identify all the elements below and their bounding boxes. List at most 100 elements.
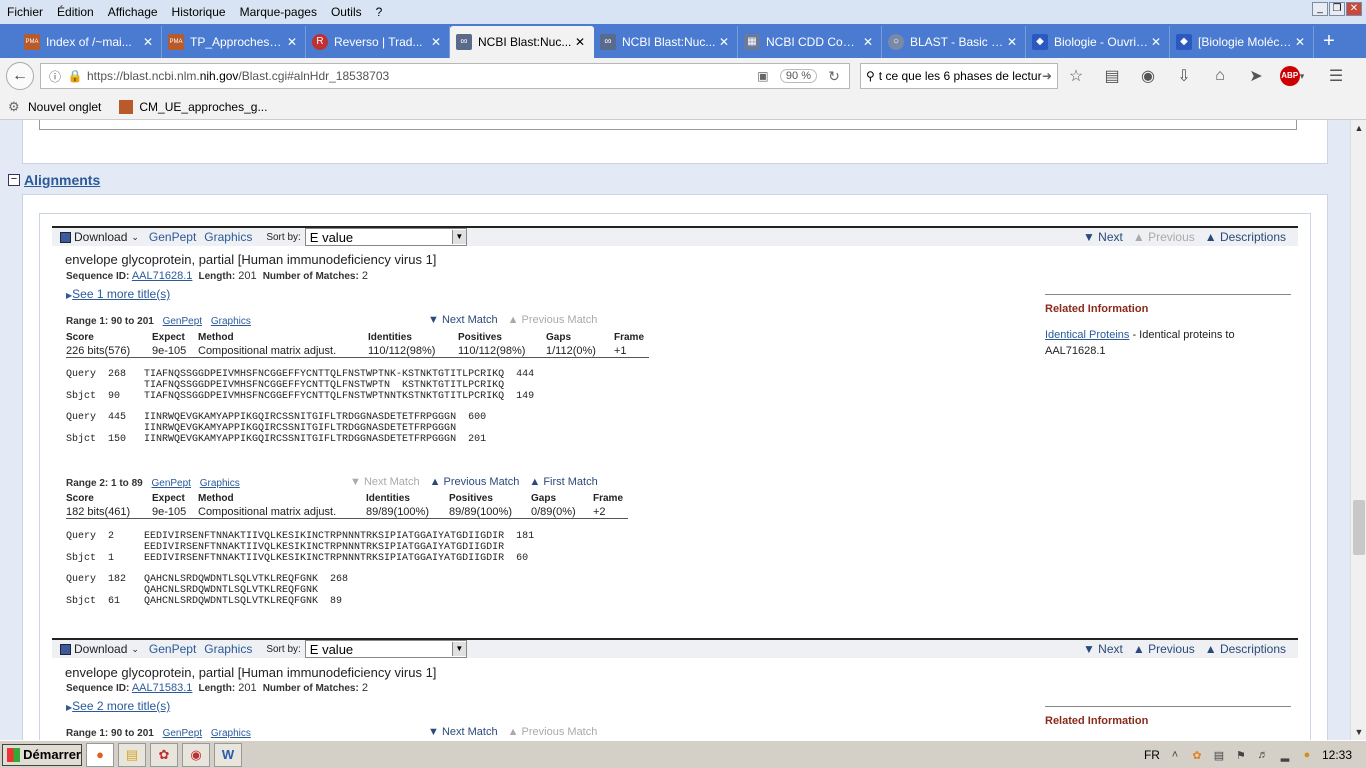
bookmark-new-tab[interactable]: ⚙ Nouvel onglet [8, 99, 101, 114]
hamburger-menu-icon[interactable]: ☰ [1318, 66, 1354, 86]
explorer-taskbar-button[interactable]: ▤ [118, 742, 146, 767]
tray-device-icon[interactable]: ▤ [1212, 749, 1226, 762]
close-tab-icon[interactable]: ✕ [573, 35, 587, 49]
graphics-link[interactable]: Graphics [204, 642, 252, 656]
zoom-indicator[interactable]: 90 % [779, 69, 817, 83]
navigation-bar: ← ⓘ 🔒 https://blast.ncbi.nlm.nih.gov/Bla… [0, 58, 1366, 94]
sequence-id-link[interactable]: AAL71583.1 [132, 682, 193, 694]
url-bar[interactable]: ⓘ 🔒 https://blast.ncbi.nlm.nih.gov/Blast… [40, 63, 850, 89]
menu-outils[interactable]: Outils [324, 5, 369, 19]
tab-ncbi-cdd[interactable]: ▦ NCBI CDD Cons... ✕ [738, 26, 882, 58]
close-tab-icon[interactable]: ✕ [861, 35, 875, 49]
close-tab-icon[interactable]: ✕ [1005, 35, 1019, 49]
alignments-header[interactable]: − Alignments [8, 172, 100, 188]
tray-flag-icon[interactable]: ⚑ [1234, 749, 1248, 762]
bookmarks-library-icon[interactable]: ▤ [1094, 66, 1130, 86]
download-button[interactable]: Download ⌄ [60, 642, 139, 656]
sort-select[interactable]: E value ▼ [304, 228, 467, 246]
info-icon[interactable]: ⓘ [47, 68, 63, 85]
descriptions-link[interactable]: ▲ Descriptions [1205, 230, 1286, 244]
reload-icon[interactable]: ↻ [825, 68, 843, 85]
close-tab-icon[interactable]: ✕ [141, 35, 155, 49]
tray-expand-icon[interactable]: ˄ [1168, 749, 1182, 761]
word-taskbar-button[interactable]: W [214, 742, 242, 767]
sequence-id-link[interactable]: AAL71628.1 [132, 270, 193, 282]
search-input[interactable]: t ce que les 6 phases de lectures [879, 69, 1042, 83]
bookmark-star-icon[interactable]: ☆ [1058, 66, 1094, 86]
tab-ncbi-blast-active[interactable]: ∞ NCBI Blast:Nuc... ✕ [450, 26, 594, 58]
menu-fichier[interactable]: Fichier [0, 5, 50, 19]
tab-tp-approches[interactable]: PMA TP_ApprochesG... ✕ [162, 26, 306, 58]
restore-button[interactable]: ❐ [1329, 2, 1345, 16]
network-icon[interactable]: ▂ [1278, 749, 1292, 762]
menu-affichage[interactable]: Affichage [101, 5, 165, 19]
alignments-title[interactable]: Alignments [24, 172, 100, 188]
tab-ncbi-blast-2[interactable]: ∞ NCBI Blast:Nuc... ✕ [594, 26, 738, 58]
next-match-link[interactable]: ▼ Next Match [428, 726, 498, 738]
send-icon[interactable]: ➤ [1238, 66, 1274, 86]
previous-match-link[interactable]: ▲ Previous Match [430, 476, 520, 488]
pocket-icon[interactable]: ◉ [1130, 66, 1166, 86]
app-taskbar-button[interactable]: ✿ [150, 742, 178, 767]
menu-help[interactable]: ? [369, 5, 390, 19]
range-graphics-link[interactable]: Graphics [200, 478, 240, 489]
tray-power-icon[interactable]: ● [1300, 749, 1314, 761]
sort-select[interactable]: E value ▼ [304, 640, 467, 658]
download-button[interactable]: Download ⌄ [60, 230, 139, 244]
see-more-titles-link[interactable]: ▶See 2 more title(s) [66, 699, 170, 713]
search-box[interactable]: ⚲ t ce que les 6 phases de lectures ➜ [860, 63, 1058, 89]
next-match-link[interactable]: ▼ Next Match [428, 314, 498, 326]
start-button[interactable]: Démarrer [2, 743, 82, 766]
identical-proteins-link[interactable]: Identical Proteins [1045, 329, 1129, 341]
search-go-icon[interactable]: ➜ [1042, 69, 1052, 83]
range-graphics-link[interactable]: Graphics [211, 728, 251, 739]
genpept-link[interactable]: GenPept [149, 230, 196, 244]
menu-marque-pages[interactable]: Marque-pages [233, 5, 324, 19]
range-graphics-link[interactable]: Graphics [211, 316, 251, 327]
first-match-link[interactable]: ▲ First Match [529, 476, 597, 488]
download-icon[interactable]: ⇩ [1166, 66, 1202, 86]
collapse-icon[interactable]: − [8, 174, 20, 186]
tab-biologie-moleculaire[interactable]: ◆ [Biologie Molécu... ✕ [1170, 26, 1314, 58]
reader-view-icon[interactable]: ▣ [754, 69, 772, 83]
tab-biologie-ouvrir[interactable]: ◆ Biologie - Ouvrir... ✕ [1026, 26, 1170, 58]
descriptions-link[interactable]: ▲ Descriptions [1205, 642, 1286, 656]
back-button[interactable]: ← [6, 62, 34, 90]
scroll-up-arrow-icon[interactable]: ▲ [1351, 120, 1366, 136]
next-hit-link[interactable]: ▼ Next [1083, 642, 1123, 656]
range-genpept-link[interactable]: GenPept [163, 728, 202, 739]
range-genpept-link[interactable]: GenPept [163, 316, 202, 327]
scrollbar-thumb[interactable] [1353, 500, 1365, 555]
new-tab-button[interactable]: + [1314, 26, 1344, 58]
close-tab-icon[interactable]: ✕ [1149, 35, 1163, 49]
see-more-titles-link[interactable]: ▶See 1 more title(s) [66, 287, 170, 301]
range-genpept-link[interactable]: GenPept [151, 478, 190, 489]
tab-blast-basic[interactable]: ○ BLAST - Basic L... ✕ [882, 26, 1026, 58]
reverso-taskbar-button[interactable]: ◉ [182, 742, 210, 767]
close-tab-icon[interactable]: ✕ [285, 35, 299, 49]
tab-index[interactable]: PMA Index of /~mai... ✕ [18, 26, 162, 58]
adblock-button[interactable]: ABP ▾ [1274, 66, 1310, 86]
home-icon[interactable]: ⌂ [1202, 67, 1238, 85]
clock[interactable]: 12:33 [1322, 748, 1352, 762]
menu-historique[interactable]: Historique [165, 5, 233, 19]
scroll-down-arrow-icon[interactable]: ▼ [1351, 724, 1366, 740]
close-window-button[interactable]: ✕ [1346, 2, 1362, 16]
close-tab-icon[interactable]: ✕ [717, 35, 731, 49]
graphics-link[interactable]: Graphics [204, 230, 252, 244]
tray-app-icon[interactable]: ✿ [1190, 749, 1204, 762]
menu-edition[interactable]: Édition [50, 5, 101, 19]
language-indicator[interactable]: FR [1144, 748, 1160, 762]
page-scrollbar[interactable]: ▲ ▼ [1350, 120, 1366, 740]
tab-reverso[interactable]: R Reverso | Trad... ✕ [306, 26, 450, 58]
url-text[interactable]: https://blast.ncbi.nlm.nih.gov/Blast.cgi… [87, 69, 754, 83]
minimize-button[interactable]: _ [1312, 2, 1328, 16]
firefox-taskbar-button[interactable]: ● [86, 742, 114, 767]
volume-icon[interactable]: ♬ [1256, 749, 1270, 761]
close-tab-icon[interactable]: ✕ [429, 35, 443, 49]
next-hit-link[interactable]: ▼ Next [1083, 230, 1123, 244]
genpept-link[interactable]: GenPept [149, 642, 196, 656]
close-tab-icon[interactable]: ✕ [1293, 35, 1307, 49]
previous-hit-link[interactable]: ▲ Previous [1133, 642, 1195, 656]
bookmark-cm-ue[interactable]: CM_UE_approches_g... [119, 99, 267, 114]
